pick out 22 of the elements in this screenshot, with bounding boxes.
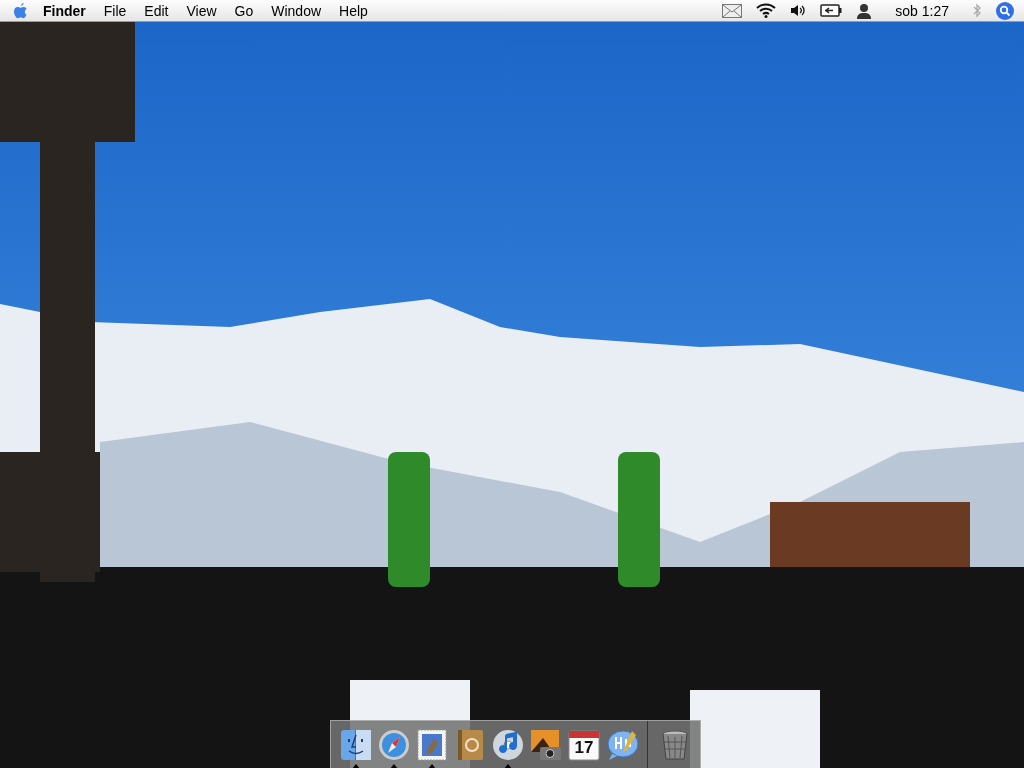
face-icon[interactable] [338,727,374,763]
envelope-icon[interactable] [722,3,743,18]
search-icon[interactable] [996,1,1014,20]
menu-item[interactable]: Edit [135,0,178,21]
stamp-icon[interactable] [414,727,450,763]
calendar-day: 17 [566,739,602,757]
apple-logo-icon[interactable] [12,1,29,20]
speaker-icon[interactable] [790,4,807,17]
photo-camera-icon[interactable] [528,727,564,763]
clock[interactable]: sob 1:27 [886,0,958,21]
menu-item[interactable]: Help [330,0,377,21]
music-disc-icon[interactable] [490,727,526,763]
calendar-icon[interactable]: 17 [566,727,602,763]
menu-item[interactable]: Go [225,0,263,21]
chat-bubble-icon[interactable] [604,727,640,763]
menu-item[interactable]: Window [262,0,331,21]
wifi-icon[interactable] [756,3,777,18]
battery-icon[interactable] [820,4,843,17]
menu-item[interactable]: File [94,0,136,21]
user-icon[interactable] [856,2,873,19]
app-menu[interactable]: Finder [29,0,95,21]
menu-item[interactable]: View [177,0,226,21]
